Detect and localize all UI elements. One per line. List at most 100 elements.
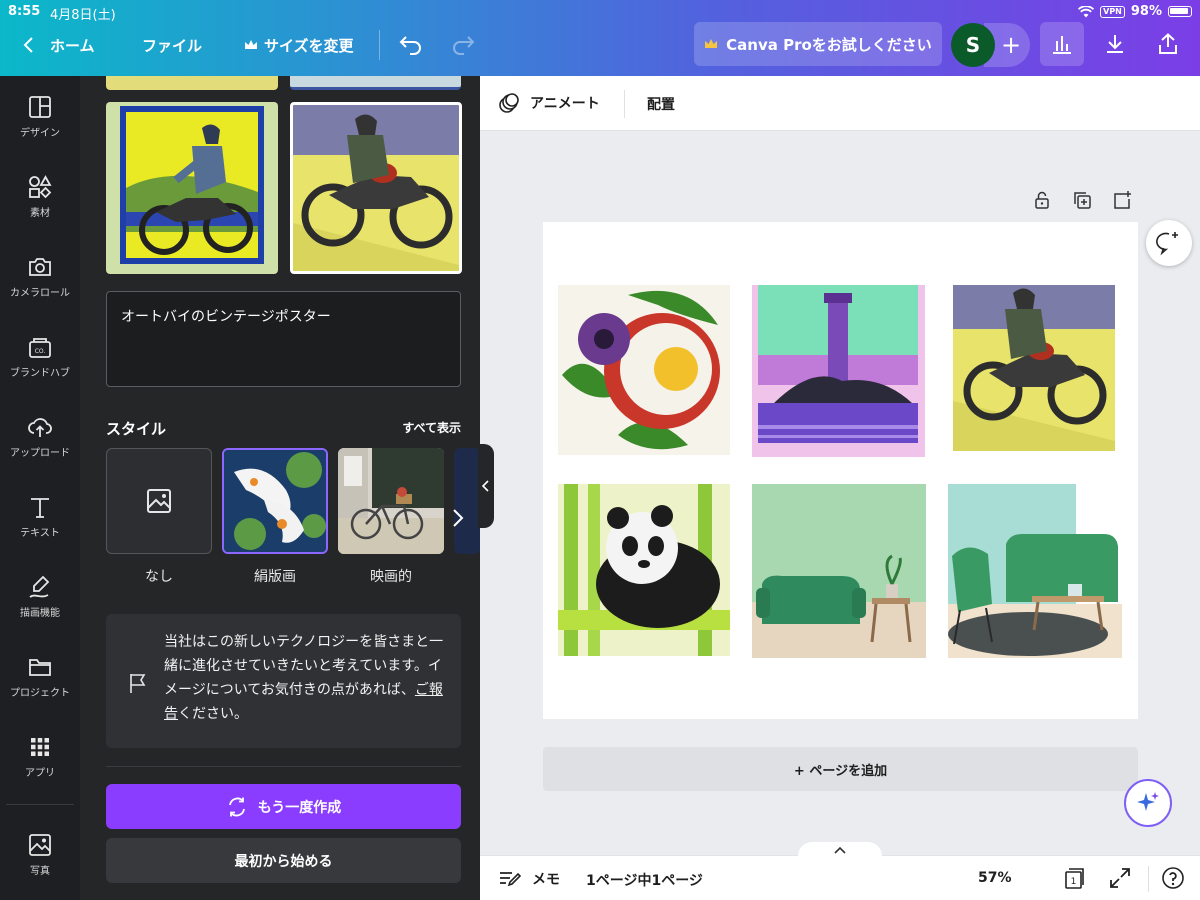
expand-pages-tab[interactable] [798, 842, 882, 858]
notice-text: 当社はこの新しいテクノロジーを皆さまと一緒に進化させていきたいと考えています。イ… [164, 630, 448, 726]
notes-icon [500, 872, 522, 887]
previous-result-image[interactable] [290, 76, 461, 90]
chevron-right-icon[interactable] [452, 508, 464, 528]
undo-icon[interactable] [398, 31, 424, 57]
result-image-motorcycle-1[interactable] [106, 102, 278, 274]
status-right: VPN 98% [1078, 4, 1192, 19]
redo-icon[interactable] [450, 31, 476, 57]
magic-assistant-button[interactable] [1124, 779, 1172, 827]
folder-icon [29, 659, 51, 676]
prompt-input[interactable]: オートバイのビンテージポスター [106, 291, 461, 387]
rail-item-upload[interactable]: アップロード [0, 414, 80, 474]
comment-add-icon [1156, 232, 1178, 256]
lighthouse-illustration [752, 285, 925, 457]
style-card-none[interactable] [106, 448, 212, 554]
feedback-notice: 当社はこの新しいテクノロジーを皆さまと一緒に進化させていきたいと考えています。イ… [106, 614, 461, 748]
flag-icon [130, 674, 146, 693]
notes-button[interactable]: メモ [498, 868, 560, 890]
zoom-level[interactable]: 57% [978, 870, 1012, 886]
status-time: 8:55 [8, 4, 41, 19]
image-green-sofa-2[interactable] [948, 484, 1122, 658]
resize-button[interactable]: サイズを変更 [244, 30, 354, 60]
previous-result-image[interactable] [106, 76, 278, 90]
image-motorcycle[interactable] [953, 285, 1115, 451]
image-lighthouse[interactable] [752, 285, 925, 457]
style-card-partial[interactable] [454, 448, 480, 554]
help-button[interactable] [1161, 866, 1185, 890]
image-fried-egg[interactable] [558, 285, 730, 455]
animate-button[interactable]: アニメート [498, 92, 600, 114]
chevron-up-icon [834, 846, 846, 854]
image-panda[interactable] [558, 484, 730, 656]
rail-divider [6, 804, 74, 805]
svg-text:CO.: CO. [35, 348, 46, 355]
koi-illustration [224, 450, 326, 552]
try-pro-label: Canva Proをお試しください [726, 35, 932, 54]
add-page-icon[interactable] [1112, 190, 1132, 210]
duplicate-page-icon[interactable] [1072, 190, 1092, 210]
pages-icon: 1 [1065, 868, 1084, 889]
rail-label: アップロード [10, 448, 70, 459]
collapse-panel-handle[interactable] [478, 444, 494, 528]
rail-label: カメラロール [10, 288, 70, 299]
rail-label: プロジェクト [10, 688, 70, 699]
file-menu[interactable]: ファイル [142, 30, 202, 60]
rail-item-camera-roll[interactable]: カメラロール [0, 254, 80, 314]
image-placeholder-icon [147, 489, 171, 513]
rail-label: アプリ [25, 768, 55, 779]
motorcycle-illustration [120, 106, 264, 264]
style-heading: スタイル [106, 420, 167, 438]
page-count: 1ページ中1ページ [586, 873, 703, 889]
see-all-link[interactable]: すべて表示 [402, 419, 461, 436]
rail-item-design[interactable]: デザイン [0, 94, 80, 154]
rail-item-apps[interactable]: アプリ [0, 734, 80, 794]
rail-item-draw[interactable]: 描画機能 [0, 574, 80, 634]
home-button[interactable]: ホーム [22, 30, 95, 60]
add-page-button[interactable]: + ページを追加 [543, 747, 1138, 791]
page-grid-button[interactable]: 1 [1062, 866, 1086, 890]
plus-icon: + [1000, 31, 1022, 59]
regenerate-button[interactable]: もう一度作成 [106, 784, 461, 829]
image-green-sofa-1[interactable] [752, 484, 926, 658]
resize-label: サイズを変更 [264, 36, 354, 55]
rail-label: 写真 [30, 866, 50, 877]
insights-button[interactable] [1040, 22, 1084, 66]
avatar[interactable]: S [951, 23, 995, 67]
rail-item-elements[interactable]: 素材 [0, 174, 80, 234]
rail-item-photos[interactable]: 写真 [0, 832, 80, 892]
try-pro-button[interactable]: Canva Proをお試しください [694, 22, 942, 66]
chevron-left-icon [482, 480, 489, 492]
start-over-button[interactable]: 最初から始める [106, 838, 461, 883]
vpn-badge: VPN [1100, 5, 1125, 18]
living-room-illustration [948, 484, 1122, 658]
bottom-divider [1148, 866, 1149, 892]
style-card-screen-print[interactable] [222, 448, 328, 554]
motorcycle-illustration [953, 285, 1115, 451]
style-card-cinematic[interactable] [338, 448, 444, 554]
download-button[interactable] [1093, 22, 1137, 66]
bicycle-photo [338, 448, 444, 554]
lock-icon[interactable] [1032, 190, 1052, 210]
wifi-icon [1078, 5, 1095, 17]
design-page[interactable] [543, 222, 1138, 719]
crown-icon [705, 39, 718, 48]
context-toolbar: アニメート 配置 [480, 76, 1200, 131]
text-icon [31, 498, 49, 518]
rail-item-projects[interactable]: プロジェクト [0, 654, 80, 714]
rail-label: デザイン [20, 128, 60, 139]
top-bar: 8:55 4月8日(土) VPN 98% ホーム ファイル サイズを変更 Can… [0, 0, 1200, 76]
comment-button[interactable] [1146, 220, 1192, 266]
rail-item-text[interactable]: テキスト [0, 494, 80, 554]
rail-label: 描画機能 [20, 608, 60, 619]
position-button[interactable]: 配置 [647, 94, 675, 114]
apps-icon [31, 738, 49, 756]
rail-item-brand-hub[interactable]: CO. ブランドハブ [0, 334, 80, 394]
animate-label: アニメート [530, 96, 600, 112]
notice-tail: ください。 [178, 706, 248, 722]
header-divider [379, 30, 380, 60]
result-image-motorcycle-2[interactable] [290, 102, 462, 274]
style-label-none: なし [145, 569, 173, 585]
style-label-cinematic: 映画的 [370, 569, 412, 585]
share-button[interactable] [1146, 22, 1190, 66]
fullscreen-button[interactable] [1108, 866, 1132, 890]
